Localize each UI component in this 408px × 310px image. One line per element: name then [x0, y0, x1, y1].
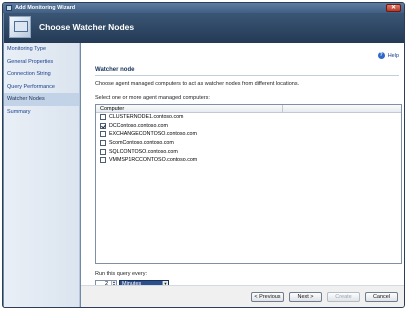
computer-list[interactable]: Computer CLUSTERNODE1.contoso.com DCCont…	[95, 104, 402, 264]
wizard-icon	[9, 16, 31, 38]
section-title: Watcher node	[95, 67, 135, 73]
create-button[interactable]: Create	[327, 292, 360, 302]
help-icon: ?	[377, 52, 385, 59]
page-title: Choose Watcher Nodes	[39, 22, 135, 32]
nav-item-query-performance[interactable]: Query Performance	[4, 81, 79, 94]
computer-name: CLUSTERNODE1.contoso.com	[109, 114, 184, 121]
next-button[interactable]: Next >	[289, 292, 322, 302]
title-bar: Add Monitoring Wizard ✕	[3, 3, 404, 13]
list-item[interactable]: CLUSTERNODE1.contoso.com	[96, 113, 401, 122]
list-item[interactable]: DCContoso.contoso.com	[96, 122, 401, 131]
computer-name: SQLCONTOSO.contoso.com	[109, 148, 178, 155]
checkbox-checked[interactable]	[100, 122, 106, 129]
wizard-window: Add Monitoring Wizard ✕ Choose Watcher N…	[2, 2, 405, 308]
checkbox[interactable]	[100, 140, 106, 147]
computer-name: ScomContoso.contoso.com	[109, 140, 174, 147]
list-item[interactable]: ScomContoso.contoso.com	[96, 139, 401, 148]
window-title: Add Monitoring Wizard	[15, 5, 76, 11]
checkbox[interactable]	[100, 131, 106, 138]
checkbox[interactable]	[100, 148, 106, 155]
select-label: Select one or more agent managed compute…	[95, 95, 210, 101]
nav-item-summary[interactable]: Summary	[4, 106, 79, 119]
cancel-button[interactable]: Cancel	[365, 292, 398, 302]
column-divider[interactable]	[282, 105, 283, 113]
nav-item-watcher-nodes[interactable]: Watcher Nodes	[4, 93, 79, 106]
computer-name: DCContoso.contoso.com	[109, 122, 168, 129]
nav-item-general-properties[interactable]: General Properties	[4, 56, 79, 69]
help-label: Help	[387, 52, 399, 59]
checkbox[interactable]	[100, 157, 106, 164]
nav-item-connection-string[interactable]: Connection String	[4, 68, 79, 81]
list-item[interactable]: EXCHANGECONTOSO.contoso.com	[96, 130, 401, 139]
section-header: Watcher node	[95, 67, 399, 76]
wizard-footer: < Previous Next > Create Cancel	[81, 285, 404, 307]
column-header-label: Computer	[100, 106, 125, 112]
list-item[interactable]: VMMSP1RCCONTOSO.contoso.com	[96, 156, 401, 165]
app-icon	[6, 5, 12, 11]
list-item[interactable]: SQLCONTOSO.contoso.com	[96, 147, 401, 156]
content-pane: ? Help Watcher node Choose agent managed…	[81, 43, 404, 288]
computer-name: VMMSP1RCCONTOSO.contoso.com	[109, 157, 198, 164]
checkbox[interactable]	[100, 114, 106, 121]
nav-item-monitoring-type[interactable]: Monitoring Type	[4, 43, 79, 56]
query-interval-label: Run this query every:	[95, 271, 147, 277]
help-link[interactable]: ? Help	[377, 52, 399, 59]
wizard-steps-nav: Monitoring Type General Properties Conne…	[4, 43, 80, 307]
previous-button[interactable]: < Previous	[251, 292, 284, 302]
computer-name: EXCHANGECONTOSO.contoso.com	[109, 131, 197, 138]
column-header-computer[interactable]: Computer	[96, 105, 401, 113]
section-description: Choose agent managed computers to act as…	[95, 81, 300, 87]
close-button[interactable]: ✕	[386, 4, 401, 12]
wizard-header: Choose Watcher Nodes	[4, 13, 404, 43]
